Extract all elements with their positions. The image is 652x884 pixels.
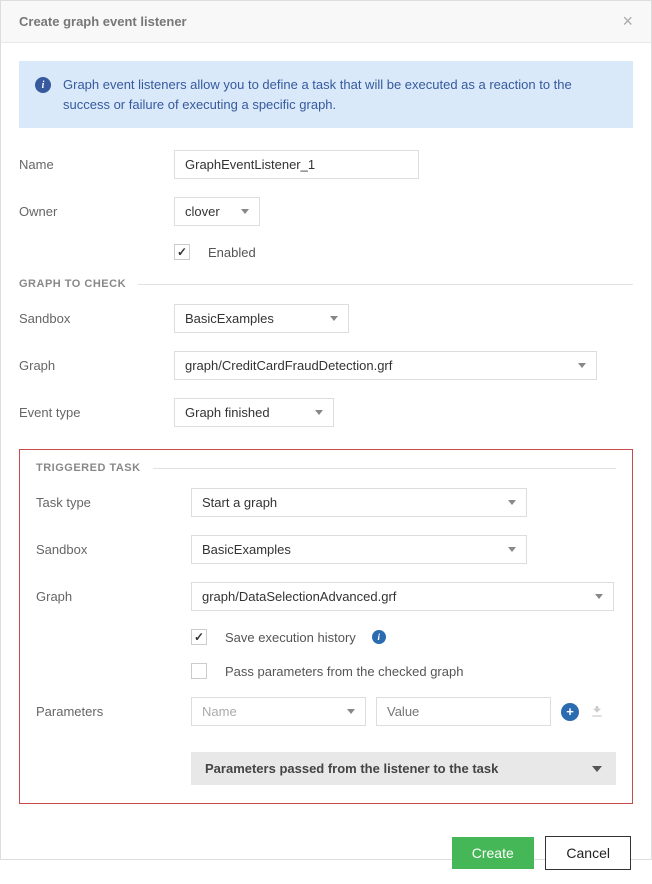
section-graph-to-check: GRAPH TO CHECK	[19, 278, 633, 290]
task-graph-select[interactable]: graph/DataSelectionAdvanced.grf	[191, 582, 614, 611]
info-text: Graph event listeners allow you to defin…	[63, 75, 617, 114]
row-parameters: Parameters Name +	[36, 697, 616, 726]
task-type-select[interactable]: Start a graph	[191, 488, 527, 517]
info-icon: i	[35, 77, 51, 93]
check-graph-value: graph/CreditCardFraudDetection.grf	[185, 358, 392, 373]
check-graph-label: Graph	[19, 358, 174, 373]
row-task-type: Task type Start a graph	[36, 488, 616, 517]
task-sandbox-label: Sandbox	[36, 542, 191, 557]
cancel-button[interactable]: Cancel	[545, 836, 631, 870]
chevron-down-icon	[508, 500, 516, 505]
enabled-label: Enabled	[208, 245, 256, 260]
enabled-checkbox[interactable]	[174, 244, 190, 260]
chevron-down-icon	[578, 363, 586, 368]
row-pass-params: Pass parameters from the checked graph	[36, 663, 616, 679]
info-banner: i Graph event listeners allow you to def…	[19, 61, 633, 128]
row-enabled: Enabled	[19, 244, 633, 260]
row-check-sandbox: Sandbox BasicExamples	[19, 304, 633, 333]
triggered-task-section: TRIGGERED TASK Task type Start a graph S…	[19, 449, 633, 804]
param-name-select[interactable]: Name	[191, 697, 366, 726]
event-type-value: Graph finished	[185, 405, 270, 420]
section-title: GRAPH TO CHECK	[19, 278, 126, 290]
add-parameter-icon[interactable]: +	[561, 703, 579, 721]
dialog-footer: Create Cancel	[1, 822, 651, 884]
chevron-down-icon	[347, 709, 355, 714]
event-type-select[interactable]: Graph finished	[174, 398, 334, 427]
chevron-down-icon	[330, 316, 338, 321]
owner-label: Owner	[19, 204, 174, 219]
event-type-label: Event type	[19, 405, 174, 420]
pass-params-label: Pass parameters from the checked graph	[225, 664, 463, 679]
task-graph-value: graph/DataSelectionAdvanced.grf	[202, 589, 396, 604]
close-icon[interactable]: ×	[622, 11, 633, 32]
parameters-accordion[interactable]: Parameters passed from the listener to t…	[191, 752, 616, 785]
accordion-title: Parameters passed from the listener to t…	[205, 761, 498, 776]
name-input[interactable]	[174, 150, 419, 179]
check-sandbox-select[interactable]: BasicExamples	[174, 304, 349, 333]
import-parameter-icon	[589, 704, 605, 720]
parameters-label: Parameters	[36, 704, 191, 719]
task-graph-label: Graph	[36, 589, 191, 604]
pass-params-checkbox[interactable]	[191, 663, 207, 679]
check-sandbox-value: BasicExamples	[185, 311, 274, 326]
form: Name Owner clover Enabled GRAPH TO CHECK	[19, 150, 633, 804]
chevron-down-icon	[592, 766, 602, 772]
row-task-sandbox: Sandbox BasicExamples	[36, 535, 616, 564]
row-event-type: Event type Graph finished	[19, 398, 633, 427]
chevron-down-icon	[241, 209, 249, 214]
section-title: TRIGGERED TASK	[36, 462, 141, 474]
row-save-history: Save execution history i	[36, 629, 616, 645]
task-sandbox-value: BasicExamples	[202, 542, 291, 557]
dialog-header: Create graph event listener ×	[1, 1, 651, 43]
task-type-label: Task type	[36, 495, 191, 510]
check-graph-select[interactable]: graph/CreditCardFraudDetection.grf	[174, 351, 597, 380]
task-type-value: Start a graph	[202, 495, 277, 510]
create-button[interactable]: Create	[452, 837, 534, 869]
row-owner: Owner clover	[19, 197, 633, 226]
save-history-checkbox[interactable]	[191, 629, 207, 645]
row-accordion-wrap: Parameters passed from the listener to t…	[36, 744, 616, 785]
row-name: Name	[19, 150, 633, 179]
dialog-body: i Graph event listeners allow you to def…	[1, 43, 651, 822]
task-sandbox-select[interactable]: BasicExamples	[191, 535, 527, 564]
owner-select[interactable]: clover	[174, 197, 260, 226]
row-task-graph: Graph graph/DataSelectionAdvanced.grf	[36, 582, 616, 611]
info-icon[interactable]: i	[372, 630, 386, 644]
chevron-down-icon	[595, 594, 603, 599]
param-name-placeholder: Name	[202, 704, 237, 719]
check-sandbox-label: Sandbox	[19, 311, 174, 326]
param-value-input[interactable]	[376, 697, 551, 726]
save-history-label: Save execution history	[225, 630, 356, 645]
dialog-title: Create graph event listener	[19, 14, 187, 29]
section-triggered-task: TRIGGERED TASK	[36, 462, 616, 474]
chevron-down-icon	[508, 547, 516, 552]
chevron-down-icon	[315, 410, 323, 415]
row-check-graph: Graph graph/CreditCardFraudDetection.grf	[19, 351, 633, 380]
owner-value: clover	[185, 204, 220, 219]
name-label: Name	[19, 157, 174, 172]
